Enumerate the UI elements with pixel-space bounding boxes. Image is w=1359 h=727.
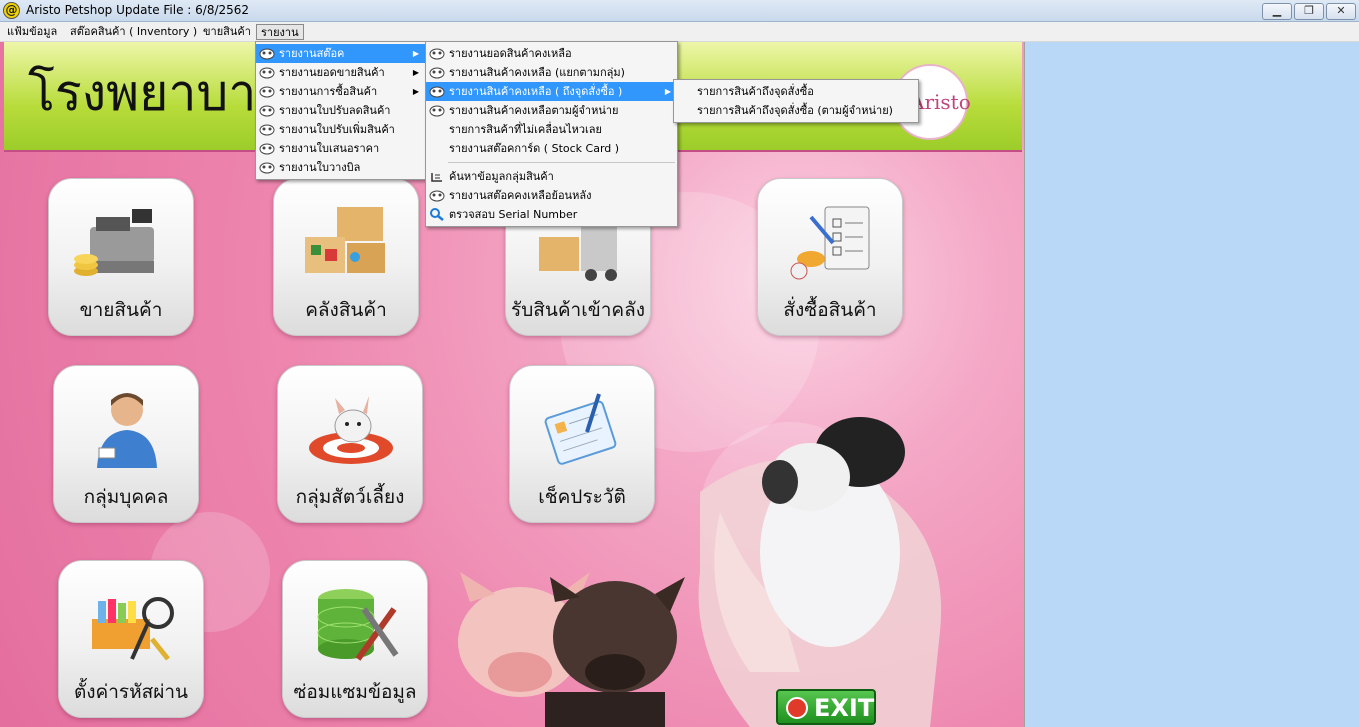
magnifier-icon: [430, 208, 444, 221]
person-group-tile[interactable]: กลุ่มบุคคล: [53, 365, 199, 523]
menu-item-label: รายงานยอดสินค้าคงเหลือ: [449, 47, 572, 60]
database-repair-icon: [317, 589, 399, 661]
app-icon: @: [3, 2, 20, 19]
tile-label: กลุ่มบุคคล: [83, 486, 169, 508]
group-search-icon: [431, 173, 442, 182]
menu-item-search-product-group[interactable]: ค้นหาข้อมูลกลุ่มสินค้า: [426, 167, 677, 186]
tile-label: กลุ่มสัตว์เลี้ยง: [295, 486, 405, 508]
menu-item-increase-adjust-report[interactable]: รายงานใบปรับเพิ่มสินค้า: [256, 120, 425, 139]
menu-item-non-moving-items[interactable]: รายการสินค้าที่ไม่เคลื่อนไหวเลย: [426, 120, 677, 139]
submenu-arrow-icon: ▶: [412, 87, 419, 96]
report-icon: [259, 67, 275, 79]
menu-inventory[interactable]: สต๊อคสินค้า ( Inventory ): [66, 24, 201, 40]
exit-label: EXIT: [814, 694, 875, 722]
menu-item-reorder-list-by-supplier[interactable]: รายการสินค้าถึงจุดสั่งซื้อ (ตามผู้จำหน่า…: [674, 101, 918, 120]
reports-dropdown: รายงานสต๊อค ▶ รายงานยอดขายสินค้า ▶ รายงานก…: [255, 41, 426, 180]
menu-item-label: รายงานใบเสนอราคา: [279, 142, 380, 155]
menu-item-label: รายการสินค้าถึงจุดสั่งซื้อ (ตามผู้จำหน่า…: [697, 104, 893, 117]
pet-group-tile[interactable]: กลุ่มสัตว์เลี้ยง: [277, 365, 423, 523]
close-button[interactable]: ✕: [1326, 3, 1356, 20]
report-icon: [259, 48, 275, 60]
menu-item-purchase-report[interactable]: รายงานการซื้อสินค้า ▶: [256, 82, 425, 101]
stock-report-submenu: รายงานยอดสินค้าคงเหลือ รายงานสินค้าคงเหล…: [425, 41, 678, 227]
menu-item-serial-number[interactable]: ตรวจสอบ Serial Number: [426, 205, 677, 224]
repair-data-tile[interactable]: ซ่อมแซมข้อมูล: [282, 560, 428, 718]
menu-item-stock-by-group[interactable]: รายงานสินค้าคงเหลือ (แยกตามกลุ่ม): [426, 63, 677, 82]
tile-label: คลังสินค้า: [305, 299, 387, 321]
tile-label: ซ่อมแซมข้อมูล: [293, 681, 417, 703]
menu-sales[interactable]: ขายสินค้า: [199, 24, 255, 40]
menu-item-stock-card[interactable]: รายงานสต๊อคการ์ด ( Stock Card ): [426, 139, 677, 158]
report-icon: [429, 48, 445, 60]
menu-item-decrease-adjust-report[interactable]: รายงานใบปรับลดสินค้า: [256, 101, 425, 120]
logo-text: Aristo: [910, 90, 971, 114]
purchase-order-icon: [790, 206, 870, 280]
tile-label: รับสินค้าเข้าคลัง: [510, 299, 645, 321]
menu-item-stock-history[interactable]: รายงานสต๊อคคงเหลือย้อนหลัง: [426, 186, 677, 205]
menu-item-label: รายงานสินค้าคงเหลือ (แยกตามกลุ่ม): [449, 66, 625, 79]
minimize-button[interactable]: ▁: [1262, 3, 1292, 20]
tile-label: ขายสินค้า: [79, 299, 163, 321]
menu-file[interactable]: แฟ้มข้อมูล: [3, 24, 61, 40]
menu-item-stock-reorder-point[interactable]: รายงานสินค้าคงเหลือ ( ถึงจุดสั่งซื้อ ) ▶: [426, 82, 677, 101]
person-group-icon: [97, 393, 157, 468]
submenu-arrow-icon: ▶: [412, 49, 419, 58]
report-icon: [259, 124, 275, 136]
menu-item-label: รายงานใบวางบิล: [279, 161, 361, 174]
report-icon: [429, 67, 445, 79]
cash-register-icon: [74, 209, 154, 276]
menu-item-label: รายงานสต๊อค: [279, 47, 345, 60]
sell-products-tile[interactable]: ขายสินค้า: [48, 178, 194, 336]
menu-item-label: รายงานใบปรับลดสินค้า: [279, 104, 391, 117]
menu-item-label: รายงานยอดขายสินค้า: [279, 66, 385, 79]
submenu-arrow-icon: ▶: [664, 87, 671, 96]
menu-item-billing-report[interactable]: รายงานใบวางบิล: [256, 158, 425, 177]
report-icon: [429, 86, 445, 98]
reorder-point-submenu: รายการสินค้าถึงจุดสั่งซื้อ รายการสินค้าถ…: [673, 79, 919, 123]
power-icon: [786, 697, 808, 719]
report-icon: [429, 190, 445, 202]
menu-item-label: รายงานใบปรับเพิ่มสินค้า: [279, 123, 395, 136]
menu-item-label: รายงานสินค้าคงเหลือ ( ถึงจุดสั่งซื้อ ): [449, 85, 623, 98]
pet-group-icon: [309, 396, 393, 464]
restore-button[interactable]: ❐: [1294, 3, 1324, 20]
report-icon: [259, 105, 275, 117]
menu-item-sales-report[interactable]: รายงานยอดขายสินค้า ▶: [256, 63, 425, 82]
menu-item-quotation-report[interactable]: รายงานใบเสนอราคา: [256, 139, 425, 158]
submenu-arrow-icon: ▶: [412, 68, 419, 77]
menu-bar: แฟ้มข้อมูล สต๊อคสินค้า ( Inventory ) ขาย…: [0, 22, 1359, 42]
menu-item-label: รายงานการซื้อสินค้า: [279, 85, 378, 98]
tile-label: ตั้งค่ารหัสผ่าน: [73, 681, 189, 703]
purchase-order-tile[interactable]: สั่งซื้อสินค้า: [757, 178, 903, 336]
menu-reports[interactable]: รายงาน: [256, 24, 304, 40]
warehouse-boxes-icon: [305, 207, 385, 273]
menu-separator: [448, 162, 675, 163]
menu-item-stock-report[interactable]: รายงานสต๊อค ▶: [256, 44, 425, 63]
menu-item-label: ค้นหาข้อมูลกลุ่มสินค้า: [449, 170, 554, 183]
tile-label: สั่งซื้อสินค้า: [783, 299, 877, 321]
menu-item-stock-balance[interactable]: รายงานยอดสินค้าคงเหลือ: [426, 44, 677, 63]
report-icon: [259, 162, 275, 174]
title-bar: @ Aristo Petshop Update File : 6/8/2562 …: [0, 0, 1359, 22]
menu-item-label: รายงานสินค้าคงเหลือตามผู้จำหน่าย: [449, 104, 619, 117]
report-icon: [429, 105, 445, 117]
warehouse-tile[interactable]: คลังสินค้า: [273, 178, 419, 336]
menu-item-label: รายงานสต๊อคคงเหลือย้อนหลัง: [449, 189, 592, 202]
menu-item-label: รายการสินค้าที่ไม่เคลื่อนไหวเลย: [449, 123, 602, 136]
report-icon: [259, 86, 275, 98]
window-title: Aristo Petshop Update File : 6/8/2562: [26, 3, 250, 17]
menu-item-label: ตรวจสอบ Serial Number: [449, 208, 578, 221]
password-keys-icon: [92, 597, 174, 661]
menu-item-stock-by-supplier[interactable]: รายงานสินค้าคงเหลือตามผู้จำหน่าย: [426, 101, 677, 120]
pets-photo-illustration: [458, 417, 942, 727]
menu-item-label: รายการสินค้าถึงจุดสั่งซื้อ: [697, 85, 814, 98]
menu-item-label: รายงานสต๊อคการ์ด ( Stock Card ): [449, 142, 620, 155]
report-icon: [259, 143, 275, 155]
menu-item-reorder-list[interactable]: รายการสินค้าถึงจุดสั่งซื้อ: [674, 82, 918, 101]
password-settings-tile[interactable]: ตั้งค่ารหัสผ่าน: [58, 560, 204, 718]
exit-button[interactable]: EXIT: [776, 689, 876, 725]
